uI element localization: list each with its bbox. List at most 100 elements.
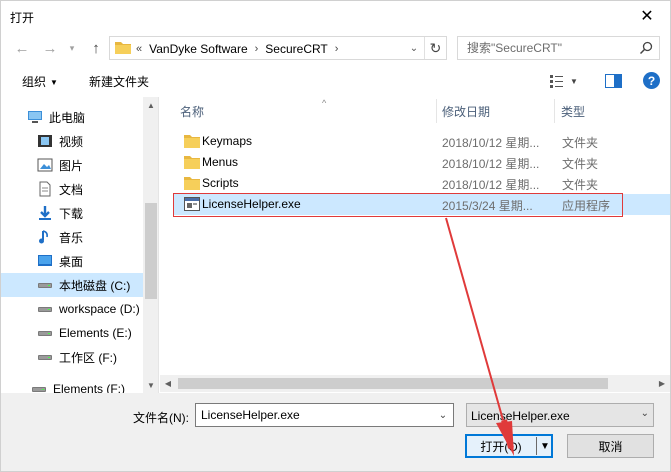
file-type: 应用程序 <box>562 199 611 213</box>
forward-button[interactable]: → <box>39 37 61 59</box>
file-type: 文件夹 <box>562 136 599 150</box>
column-header-date[interactable]: 修改日期 <box>442 99 552 123</box>
sidebar-item[interactable]: 图片 <box>1 153 143 177</box>
chevron-right-icon[interactable]: › <box>255 43 259 55</box>
file-type-filter-value: LicenseHelper.exe <box>471 409 570 423</box>
file-name: Scripts <box>202 176 239 190</box>
music-icon <box>39 230 48 244</box>
chevron-right-icon[interactable]: › <box>335 43 339 55</box>
folder-icon <box>184 156 200 169</box>
sidebar-item-label: 音乐 <box>59 230 84 245</box>
column-header-name[interactable]: 名称 ^ <box>180 98 434 123</box>
open-button: 打开(O) ▼ <box>465 434 553 458</box>
recent-locations-button[interactable]: ▾ <box>61 37 83 59</box>
sidebar-item[interactable]: 音乐 <box>1 225 143 249</box>
sort-ascending-icon: ^ <box>322 98 327 108</box>
preview-pane-icon <box>605 74 622 88</box>
sidebar-item[interactable]: 下载 <box>1 201 143 225</box>
file-date: 2015/3/24 星期... <box>442 199 533 213</box>
file-type-filter[interactable]: LicenseHelper.exe ⌄ <box>466 403 654 427</box>
file-date: 2018/10/12 星期... <box>442 136 540 150</box>
file-row[interactable]: Menus 2018/10/12 星期... 文件夹 <box>174 152 670 173</box>
caret-down-icon: ▼ <box>540 440 550 452</box>
sidebar-item[interactable]: workspace (D:) <box>1 297 143 321</box>
organize-button[interactable]: 组织 ▼ <box>22 73 58 90</box>
sidebar-item-label: 本地磁盘 (C:) <box>59 278 131 293</box>
scroll-right-arrow[interactable]: ▶ <box>654 375 670 392</box>
sidebar-item[interactable]: Elements (E:) <box>1 321 143 345</box>
dialog-footer: 文件名(N): ⌄ LicenseHelper.exe ⌄ 打开(O) ▼ 取消 <box>1 393 670 471</box>
sidebar-item-label: Elements (F:) <box>53 382 126 393</box>
close-button[interactable]: ✕ <box>624 1 670 31</box>
help-icon: ? <box>647 73 656 88</box>
scroll-down-arrow[interactable]: ▼ <box>143 377 158 393</box>
search-box <box>457 36 660 60</box>
sidebar-item[interactable]: 此电脑 <box>1 105 143 129</box>
change-view-button[interactable]: ▼ <box>550 73 578 89</box>
file-row[interactable]: Keymaps 2018/10/12 星期... 文件夹 <box>174 131 670 152</box>
drive-icon <box>38 307 52 312</box>
column-divider[interactable] <box>436 99 437 123</box>
sidebar-item-label: 工作区 (F:) <box>59 350 117 365</box>
address-dropdown-button[interactable]: ⌄ <box>406 39 422 57</box>
pictures-icon <box>37 158 53 172</box>
search-icon[interactable] <box>639 41 653 55</box>
filename-label: 文件名(N): <box>133 411 189 425</box>
open-options-button[interactable]: ▼ <box>537 435 553 457</box>
new-folder-label: 新建文件夹 <box>89 75 150 89</box>
drive-icon <box>38 283 52 288</box>
cancel-button[interactable]: 取消 <box>567 434 654 458</box>
sidebar-item[interactable]: 桌面 <box>1 249 143 273</box>
chevron-down-icon: ⌄ <box>409 42 419 54</box>
refresh-button[interactable]: ↻ <box>424 37 446 59</box>
up-button[interactable]: ↑ <box>85 37 107 59</box>
column-divider[interactable] <box>554 99 555 123</box>
sidebar-item[interactable]: 视频 <box>1 129 143 153</box>
sidebar-item-label: 视频 <box>59 134 84 149</box>
view-list-icon <box>550 75 563 88</box>
arrow-left-icon: ← <box>14 39 30 57</box>
scroll-up-arrow[interactable]: ▲ <box>143 97 158 113</box>
dialog-title: 打开 <box>10 11 35 25</box>
navigation-scrollbar[interactable]: ▲ ▼ <box>143 97 158 393</box>
scrollbar-thumb[interactable] <box>145 203 157 299</box>
new-folder-button[interactable]: 新建文件夹 <box>89 73 149 90</box>
column-header-type[interactable]: 类型 <box>561 99 661 123</box>
sidebar-item[interactable]: 文档 <box>1 177 143 201</box>
exe-icon <box>184 197 200 211</box>
sidebar-item[interactable]: 工作区 (F:) <box>1 345 143 369</box>
breadcrumb-item-securecrt[interactable]: SecureCRT <box>265 42 327 56</box>
open-button-label: 打开(O) <box>480 439 522 454</box>
sidebar-item-label: workspace (D:) <box>59 302 140 316</box>
file-date: 2018/10/12 星期... <box>442 157 540 171</box>
open-button-main[interactable]: 打开(O) <box>466 435 536 457</box>
column-name-label: 名称 <box>180 104 205 119</box>
sidebar-item-label: 图片 <box>59 158 84 173</box>
file-row[interactable]: LicenseHelper.exe 2015/3/24 星期... 应用程序 <box>174 194 670 215</box>
search-input[interactable] <box>458 37 636 59</box>
filename-dropdown-button[interactable]: ⌄ <box>435 407 451 423</box>
address-bar[interactable]: « VanDyke Software › SecureCRT › ⌄ ↻ <box>109 36 447 60</box>
column-date-label: 修改日期 <box>442 104 491 119</box>
file-name: Keymaps <box>202 134 253 148</box>
scroll-left-arrow[interactable]: ◀ <box>160 375 176 392</box>
help-button[interactable]: ? <box>643 72 660 89</box>
caret-down-icon: ▼ <box>50 78 58 87</box>
sidebar-item-label: 文档 <box>59 182 84 197</box>
back-button[interactable]: ← <box>11 37 33 59</box>
scrollbar-thumb[interactable] <box>178 378 608 389</box>
arrow-up-icon: ↑ <box>92 39 100 57</box>
sidebar-item[interactable]: 本地磁盘 (C:) <box>1 273 143 297</box>
command-bar: 组织 ▼ 新建文件夹 ▼ ? <box>1 67 670 95</box>
file-name: Menus <box>202 155 239 169</box>
sidebar-item[interactable]: Elements (F:) <box>1 377 143 393</box>
drive-icon <box>32 387 46 392</box>
breadcrumb-overflow[interactable]: « <box>136 43 142 55</box>
breadcrumb-item-vandyke[interactable]: VanDyke Software <box>149 42 248 56</box>
preview-pane-button[interactable] <box>605 73 622 89</box>
file-row[interactable]: Scripts 2018/10/12 星期... 文件夹 <box>174 173 670 194</box>
filename-input[interactable] <box>196 404 432 426</box>
refresh-icon: ↻ <box>429 39 442 56</box>
documents-icon <box>39 181 51 197</box>
horizontal-scrollbar[interactable]: ◀ ▶ <box>160 375 670 392</box>
